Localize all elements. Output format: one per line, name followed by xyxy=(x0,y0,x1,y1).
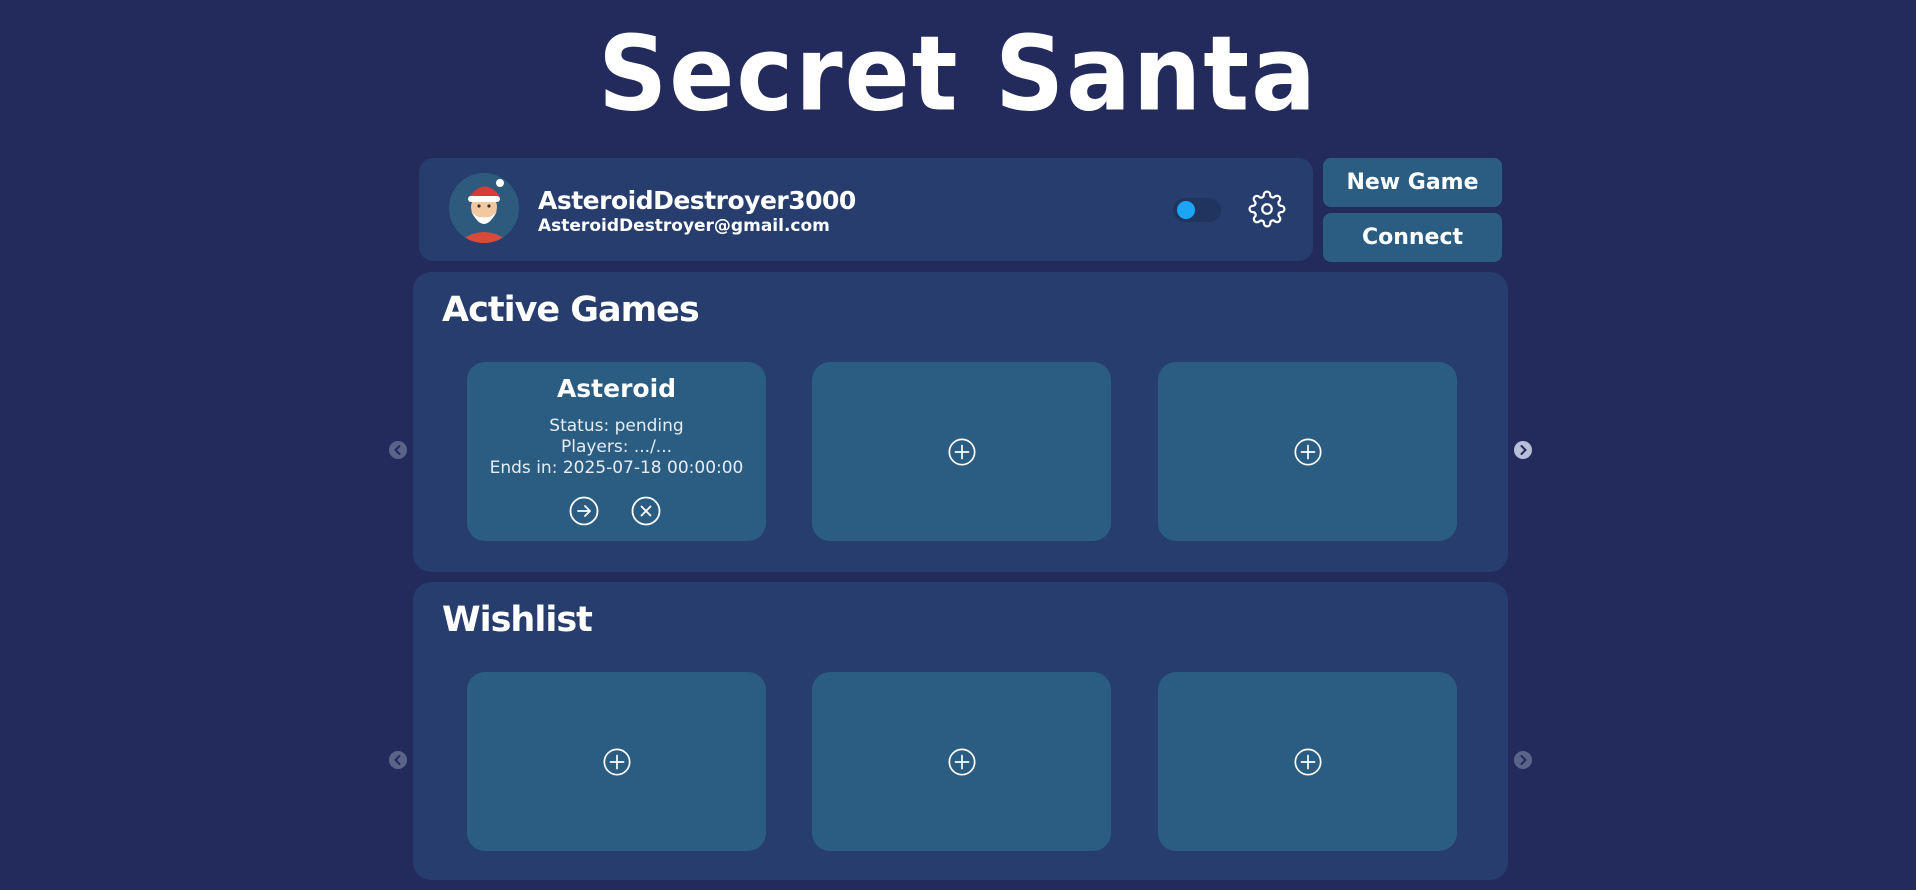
theme-toggle[interactable] xyxy=(1173,198,1221,222)
add-wishlist-card[interactable] xyxy=(1158,672,1457,851)
plus-circle-icon xyxy=(1293,437,1323,467)
wishlist-prev-arrow-icon[interactable] xyxy=(388,750,408,770)
add-game-card[interactable] xyxy=(1158,362,1457,541)
gear-icon[interactable] xyxy=(1248,190,1286,228)
profile-card: AsteroidDestroyer3000 AsteroidDestroyer@… xyxy=(419,158,1313,261)
game-status: Status: pending xyxy=(549,416,684,436)
add-wishlist-card[interactable] xyxy=(812,672,1111,851)
game-end-date: Ends in: 2025-07-18 00:00:00 xyxy=(489,458,744,478)
toggle-knob xyxy=(1177,201,1195,219)
game-card[interactable]: Asteroid Status: pending Players: .../..… xyxy=(467,362,766,541)
arrow-right-circle-icon[interactable] xyxy=(568,495,600,527)
username: AsteroidDestroyer3000 xyxy=(538,186,856,215)
app-title: Secret Santa xyxy=(598,13,1318,135)
plus-circle-icon xyxy=(602,747,632,777)
user-email: AsteroidDestroyer@gmail.com xyxy=(538,216,830,236)
active-games-section: Active Games Asteroid Status: pending Pl… xyxy=(413,272,1508,572)
wishlist-title: Wishlist xyxy=(442,600,593,640)
game-players: Players: .../... xyxy=(560,437,673,457)
games-prev-arrow-icon[interactable] xyxy=(388,440,408,460)
add-game-card[interactable] xyxy=(812,362,1111,541)
games-next-arrow-icon[interactable] xyxy=(1513,440,1533,460)
close-circle-icon[interactable] xyxy=(630,495,662,527)
plus-circle-icon xyxy=(1293,747,1323,777)
new-game-button[interactable]: New Game xyxy=(1323,158,1502,207)
connect-button[interactable]: Connect xyxy=(1323,213,1502,262)
active-games-title: Active Games xyxy=(442,290,700,330)
wishlist-section: Wishlist xyxy=(413,582,1508,880)
plus-circle-icon xyxy=(947,437,977,467)
wishlist-next-arrow-icon[interactable] xyxy=(1513,750,1533,770)
plus-circle-icon xyxy=(947,747,977,777)
add-wishlist-card[interactable] xyxy=(467,672,766,851)
santa-avatar-icon xyxy=(449,173,519,243)
game-name: Asteroid xyxy=(556,374,677,403)
